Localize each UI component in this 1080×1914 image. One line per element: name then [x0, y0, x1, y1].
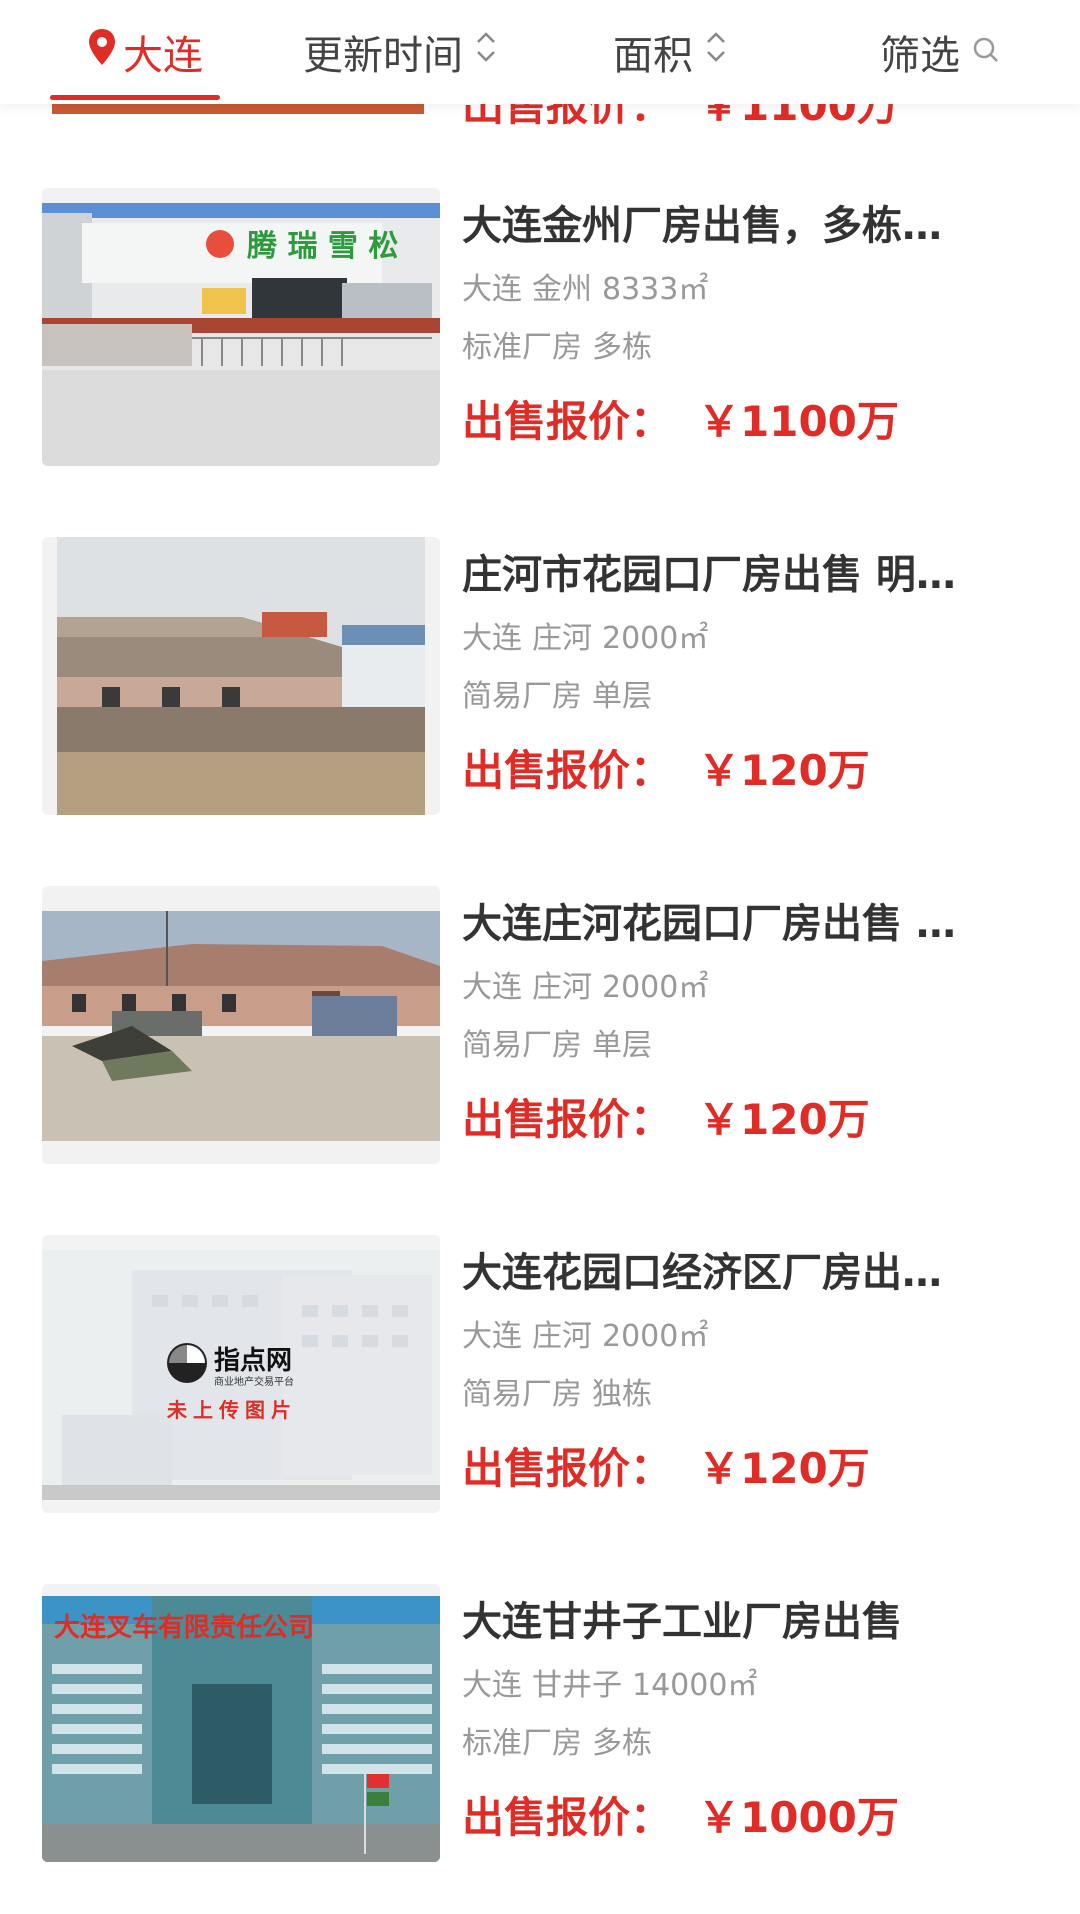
- filter-bar: 大连 更新时间 面积 筛选: [0, 0, 1080, 104]
- listing-title[interactable]: 庄河市花园口厂房出售 明…: [462, 547, 1022, 603]
- list-item[interactable]: 腾 瑞 雪 松 大连金州厂房出售，多栋… 大连 金州 8333㎡ 标准厂房 多栋 出售…: [0, 188, 1080, 518]
- svg-text:大连叉车有限责任公司: 大连叉车有限责任公司: [54, 1612, 314, 1643]
- listing-type: 简易厂房 单层: [462, 679, 652, 714]
- listing-type: 标准厂房 多栋: [462, 1726, 652, 1761]
- svg-text:指点网: 指点网: [214, 1345, 292, 1376]
- listing-price: 出售报价： ￥120万: [462, 746, 870, 795]
- listing-title[interactable]: 大连庄河花园口厂房出售 …: [462, 896, 1022, 952]
- listing-type: 简易厂房 独栋: [462, 1377, 652, 1412]
- listing-price: 出售报价： ￥1100万: [462, 397, 899, 446]
- active-tab-indicator: [50, 95, 220, 100]
- location-pin-icon: [87, 28, 117, 76]
- listing-price: 出售报价： ￥1000万: [462, 1793, 899, 1842]
- listing-title[interactable]: 大连金州厂房出售，多栋…: [462, 198, 1022, 254]
- listing-price: 出售报价： ￥120万: [462, 1444, 870, 1493]
- svg-text:腾 瑞 雪 松: 腾 瑞 雪 松: [247, 229, 398, 264]
- listing-photo-placeholder[interactable]: 指点网 商业地产交易平台 未上传图片: [42, 1235, 440, 1513]
- listing-photo[interactable]: [42, 537, 440, 815]
- list-item[interactable]: 指点网 商业地产交易平台 未上传图片 大连花园口经济区厂房出… 大连 庄河 2000…: [0, 1235, 1080, 1565]
- listing-type: 简易厂房 单层: [462, 1028, 652, 1063]
- sort-area[interactable]: 面积: [600, 0, 740, 104]
- city-label: 大连: [123, 33, 203, 79]
- listing-title[interactable]: 大连花园口经济区厂房出…: [462, 1245, 1022, 1301]
- listing-price: 出售报价： ￥120万: [462, 1095, 870, 1144]
- sort-update-time[interactable]: 更新时间: [290, 0, 510, 104]
- filter-label: 筛选: [880, 33, 960, 79]
- sort-update-label: 更新时间: [303, 33, 463, 79]
- listing-location: 大连 金州 8333㎡: [462, 272, 709, 307]
- search-icon: [972, 29, 1000, 75]
- listing-title[interactable]: 大连甘井子工业厂房出售: [462, 1594, 1022, 1650]
- listing-info: 大连金州厂房出售，多栋… 大连 金州 8333㎡ 标准厂房 多栋 出售报价： ￥1100…: [462, 188, 1022, 450]
- listing-info: 大连庄河花园口厂房出售 … 大连 庄河 2000㎡ 简易厂房 单层 出售报价： ￥120…: [462, 886, 1022, 1148]
- list-item[interactable]: 大连庄河花园口厂房出售 … 大连 庄河 2000㎡ 简易厂房 单层 出售报价： ￥120…: [0, 886, 1080, 1216]
- list-item[interactable]: 大连叉车有限责任公司 大连甘井子工业厂房出售 大连 甘井子 14000㎡ 标准厂房多…: [0, 1584, 1080, 1914]
- listing-info: 大连甘井子工业厂房出售 大连 甘井子 14000㎡ 标准厂房 多栋 出售报价： ￥100…: [462, 1584, 1022, 1846]
- listing-info: 庄河市花园口厂房出售 明… 大连 庄河 2000㎡ 简易厂房 单层 出售报价： ￥120…: [462, 537, 1022, 799]
- listing-type: 标准厂房 多栋: [462, 330, 652, 365]
- listing-location: 大连 甘井子 14000㎡: [462, 1668, 758, 1703]
- listing-info: 大连花园口经济区厂房出… 大连 庄河 2000㎡ 简易厂房 独栋 出售报价： ￥120万: [462, 1235, 1022, 1497]
- svg-text:商业地产交易平台: 商业地产交易平台: [214, 1375, 294, 1388]
- filter-button[interactable]: 筛选: [870, 0, 1010, 104]
- sort-chevron-icon: [475, 29, 497, 75]
- sort-area-label: 面积: [613, 33, 693, 79]
- listing-photo[interactable]: [42, 886, 440, 1164]
- list-item[interactable]: 庄河市花园口厂房出售 明… 大连 庄河 2000㎡ 简易厂房 单层 出售报价： ￥120…: [0, 537, 1080, 867]
- sort-chevron-icon: [705, 29, 727, 75]
- listing-location: 大连 庄河 2000㎡: [462, 1319, 709, 1354]
- listing-photo[interactable]: 腾 瑞 雪 松: [42, 188, 440, 466]
- listing-photo[interactable]: 大连叉车有限责任公司: [42, 1584, 440, 1862]
- listing-location: 大连 庄河 2000㎡: [462, 621, 709, 656]
- svg-text:未上传图片: 未上传图片: [167, 1398, 297, 1422]
- listing-location: 大连 庄河 2000㎡: [462, 970, 709, 1005]
- city-selector[interactable]: 大连: [60, 0, 230, 104]
